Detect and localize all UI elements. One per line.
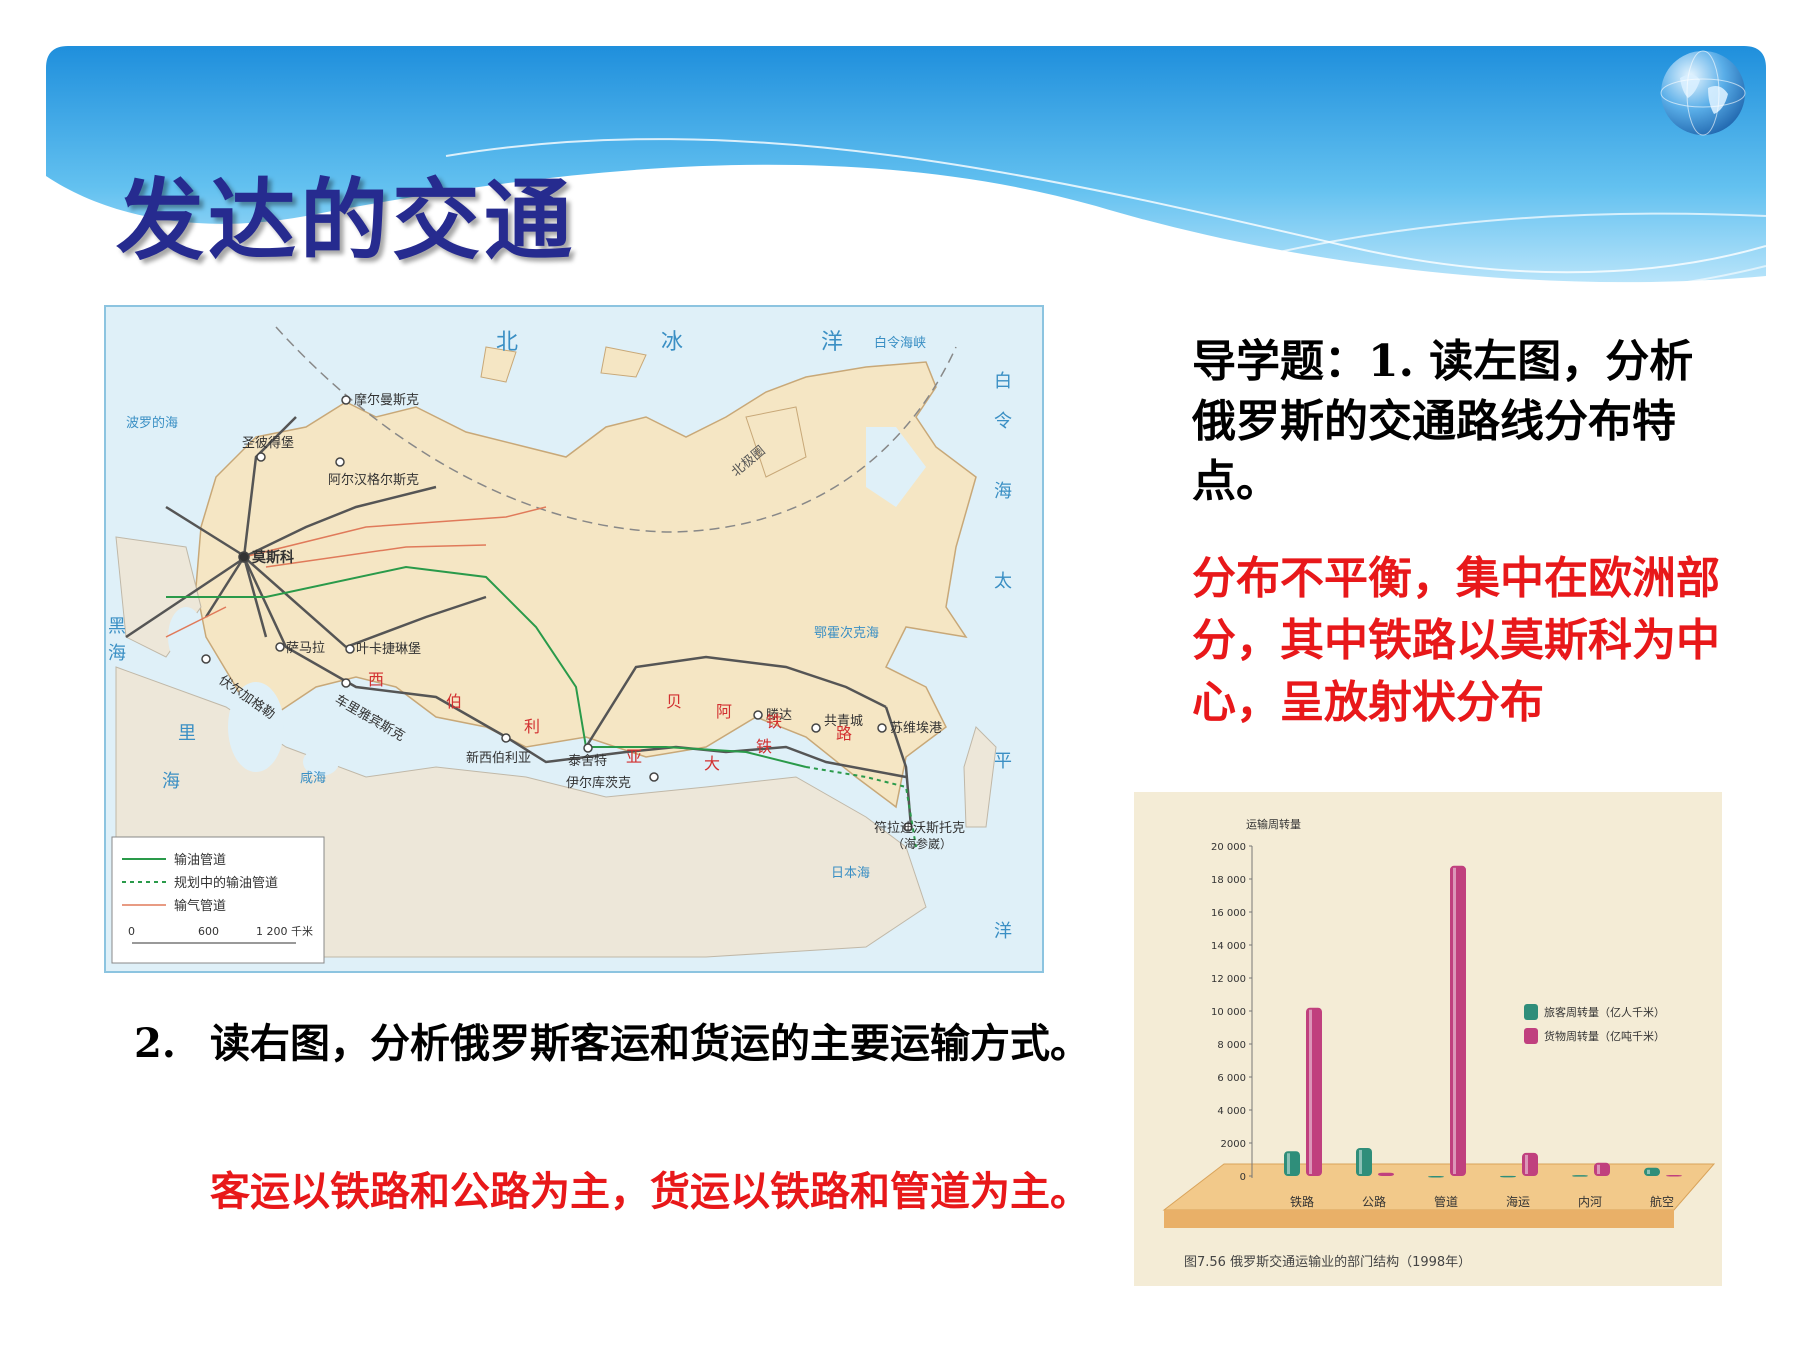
rail-label-6: 阿 (716, 702, 732, 721)
city-yekaterinburg: 叶卡捷琳堡 (356, 641, 421, 657)
globe-icon (1660, 50, 1746, 136)
bering-2: 令 (994, 411, 1012, 432)
map-legend: 输油管道 规划中的输油管道 输气管道 0 600 1 200 千米 (111, 836, 325, 964)
bar-freight-2 (1450, 865, 1466, 1176)
sea-label-okhotsk: 鄂霍次克海 (814, 625, 879, 641)
y-tick-label: 10 000 (1211, 1007, 1246, 1018)
legend-planned-oil: 规划中的输油管道 (174, 875, 278, 891)
bar-highlight (1309, 1009, 1312, 1174)
pacific-3: 洋 (994, 921, 1012, 942)
transport-structure-chart: 运输周转量 20 000 18 000 16 000 14 000 12 000 10 0… (1134, 792, 1722, 1286)
legend-label: 货物周转量（亿吨千米） (1544, 1029, 1665, 1043)
answer-1: 分布不平衡，集中在欧洲部分，其中铁路以莫斯科为中心，呈放射状分布 (1192, 553, 1720, 728)
slide-title: 发达的交通 (116, 169, 577, 272)
caspian-2: 海 (162, 771, 180, 792)
answer-2: 客运以铁路和公路为主，货运以铁路和管道为主。 (210, 1168, 1090, 1215)
bar-freight-1 (1378, 1172, 1394, 1176)
x-category-label: 航空 (1650, 1194, 1674, 1209)
y-tick-label: 12 000 (1211, 974, 1246, 985)
caspian-1: 里 (178, 723, 196, 744)
rail-label-4: 亚 (626, 747, 642, 766)
pacific-2: 平 (994, 751, 1012, 772)
bar-highlight (1453, 867, 1456, 1174)
bar-passenger-2 (1428, 1176, 1444, 1178)
legend-swatch (1524, 1004, 1538, 1020)
scale-0: 0 (128, 925, 135, 938)
y-tick-label: 16 000 (1211, 908, 1246, 919)
bering-1: 白 (994, 371, 1012, 392)
x-category-label: 海运 (1506, 1194, 1530, 1209)
legend-gas: 输气管道 (174, 898, 226, 914)
question-2-text: 读右图，分析俄罗斯客运和货运的主要运输方式。 (210, 1020, 1090, 1067)
y-tick-label: 2000 (1221, 1139, 1246, 1150)
chart-ylabel: 运输周转量 (1246, 817, 1301, 831)
bar-freight-4 (1594, 1162, 1610, 1176)
russia-transport-map: 北 冰 洋 白令海峡 波罗的海 鄂霍次克海 日本海 咸海 黑 海 里 海 白 令… (104, 305, 1044, 973)
bar-highlight (1525, 1154, 1528, 1174)
question-2-number: 2. (134, 1020, 176, 1067)
y-tick-label: 18 000 (1211, 875, 1246, 886)
bar-highlight (1597, 1164, 1600, 1174)
x-category-label: 内河 (1578, 1195, 1602, 1209)
bar-passenger-3 (1500, 1175, 1516, 1178)
bar-highlight (1647, 1169, 1650, 1174)
city-arkhangelsk: 阿尔汉格尔斯克 (328, 472, 419, 488)
black-sea-2: 海 (108, 643, 126, 664)
y-tick-label: 0 (1240, 1172, 1246, 1183)
city-vladivostok: 符拉迪沃斯托克 (874, 820, 965, 836)
chart-title: 图7.56 俄罗斯交通运输业的部门结构（1998年） (1184, 1254, 1471, 1270)
bar-passenger-1 (1356, 1147, 1372, 1176)
city-taishet: 泰舍特 (568, 754, 607, 769)
ocean-label-2: 冰 (661, 330, 683, 355)
pacific-1: 太 (994, 571, 1012, 592)
y-tick-label: 8 000 (1217, 1040, 1246, 1051)
rail-label-1: 西 (368, 670, 384, 689)
y-tick-label: 4 000 (1217, 1106, 1246, 1117)
bar-freight-0 (1306, 1007, 1322, 1176)
black-sea-1: 黑 (108, 616, 126, 637)
city-vladivostok-note: （海参崴） (892, 836, 952, 851)
rail-label-2: 伯 (446, 692, 462, 711)
rail-label-9: 大 (704, 754, 720, 773)
legend-label: 旅客周转量（亿人千米） (1544, 1005, 1665, 1019)
sea-label-white: 白令海峡 (874, 335, 926, 351)
city-st-petersburg: 圣彼得堡 (242, 435, 294, 451)
bar-passenger-0 (1284, 1151, 1300, 1176)
y-tick-label: 14 000 (1211, 941, 1246, 952)
x-category-label: 铁路 (1290, 1194, 1314, 1209)
bar-passenger-4 (1572, 1175, 1588, 1177)
city-novosibirsk: 新西伯利亚 (466, 750, 531, 766)
sea-label-baltic: 波罗的海 (126, 415, 178, 431)
bering-3: 海 (994, 481, 1012, 502)
city-moscow: 莫斯科 (251, 549, 294, 566)
y-tick-label: 6 000 (1217, 1073, 1246, 1084)
x-category-label: 管道 (1434, 1194, 1458, 1209)
bar-highlight (1287, 1153, 1290, 1174)
rail-label-3: 利 (524, 717, 540, 736)
scale-600: 600 (198, 925, 219, 938)
legend-oil: 输油管道 (174, 852, 226, 868)
question-1: 导学题：1. 读左图，分析俄罗斯的交通路线分布特点。 (1192, 336, 1694, 507)
ocean-label-1: 北 (496, 330, 518, 355)
city-sovetskaya-gavan: 苏维埃港 (890, 720, 942, 736)
bar-freight-3 (1522, 1152, 1538, 1176)
x-category-label: 公路 (1362, 1194, 1386, 1209)
city-irkutsk: 伊尔库茨克 (566, 775, 631, 791)
scale-1200: 1 200 千米 (256, 925, 313, 938)
bar-passenger-5 (1644, 1167, 1660, 1176)
rail-label-5: 贝 (666, 692, 682, 711)
city-samara: 萨马拉 (286, 641, 325, 656)
sea-label-japan: 日本海 (831, 866, 870, 881)
rail-label-10: 铁 (756, 737, 772, 756)
city-murmansk: 摩尔曼斯克 (354, 392, 419, 408)
bar-highlight (1359, 1149, 1362, 1174)
rail-label-8: 路 (836, 724, 852, 743)
ocean-label-3: 洋 (821, 330, 843, 355)
y-tick-label: 20 000 (1211, 842, 1246, 853)
sea-label-salt: 咸海 (300, 771, 326, 786)
rail-label-7: 铁 (766, 712, 782, 731)
bar-freight-5 (1666, 1175, 1682, 1177)
legend-swatch (1524, 1028, 1538, 1044)
